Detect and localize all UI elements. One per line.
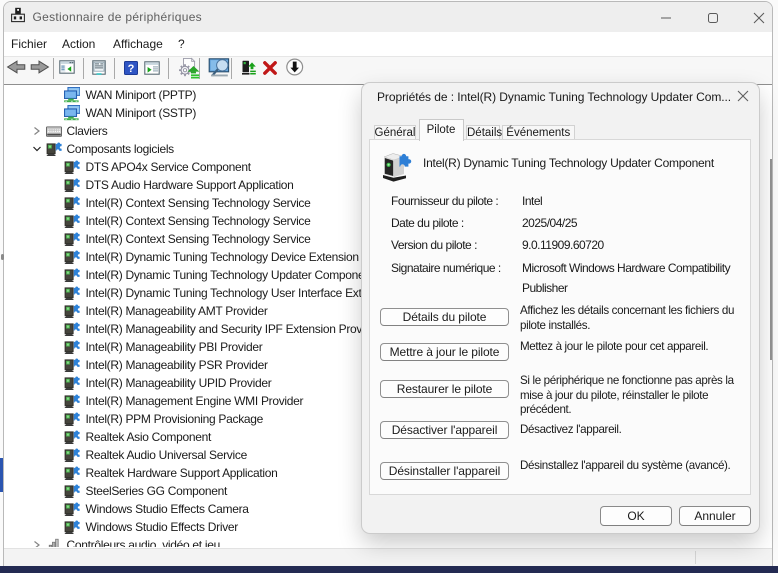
svg-text:?: ? [127, 63, 134, 75]
